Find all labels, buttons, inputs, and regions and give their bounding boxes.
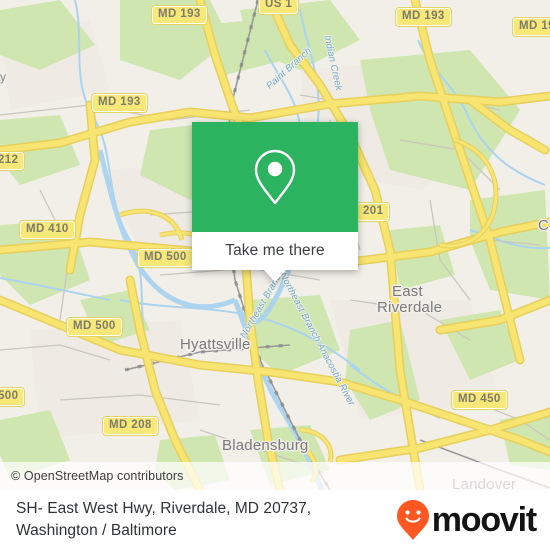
highway-shield: MD 193 (512, 17, 550, 37)
highway-shield: MD 193 (395, 7, 452, 27)
moovit-smiley-pin-icon (396, 500, 429, 540)
take-me-there-label: Take me there (225, 242, 325, 259)
footer-bar: SH- East West Hwy, Riverdale, MD 20737, … (0, 490, 550, 550)
popup-header (192, 122, 358, 232)
highway-shield: MD 208 (102, 416, 159, 436)
location-title: SH- East West Hwy, Riverdale, MD 20737, … (16, 498, 311, 542)
highway-shield: MD 410 (19, 220, 76, 240)
map-screenshot: MD 193 US 1 MD 193 MD 193 MD 193 212 MD 410 201… (0, 0, 550, 550)
highway-shield: 201 (355, 202, 391, 222)
map-pin-icon (254, 149, 296, 205)
location-title-line2: Washington / Baltimore (16, 522, 177, 539)
map-attribution: © OpenStreetMap contributors (0, 462, 550, 490)
highway-shield: MD 450 (451, 390, 508, 410)
highway-shield: US 1 (257, 0, 300, 15)
highway-shield: MD 193 (91, 93, 148, 113)
popup-pointer (264, 270, 286, 282)
highway-shield: 500 (0, 387, 26, 407)
moovit-logo[interactable]: moovit (396, 499, 537, 541)
popup-footer[interactable]: Take me there (192, 232, 358, 282)
highway-shield: MD 193 (151, 5, 208, 25)
location-title-line1: SH- East West Hwy, Riverdale, MD 20737, (16, 500, 312, 517)
location-popup-card[interactable]: Take me there (192, 122, 358, 282)
highway-shield: MD 500 (66, 317, 123, 337)
highway-shield: 212 (0, 151, 26, 171)
moovit-wordmark: moovit (431, 501, 537, 539)
attribution-text: © OpenStreetMap contributors (11, 469, 184, 483)
highway-shield: MD 500 (137, 248, 194, 268)
